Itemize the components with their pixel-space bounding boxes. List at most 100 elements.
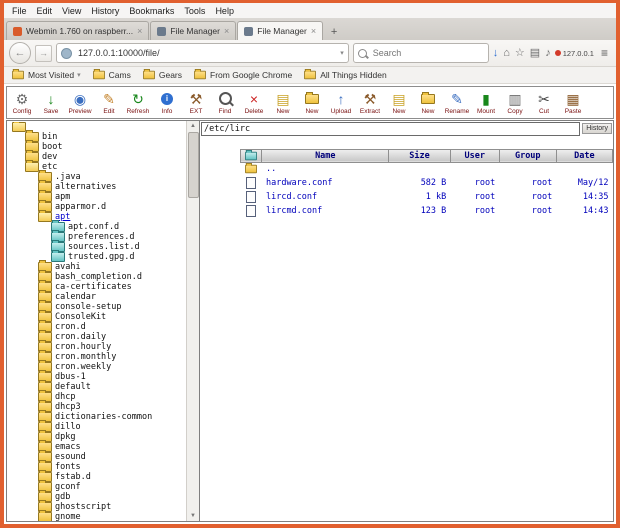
tree-item-apparmor-d[interactable]: apparmor.d bbox=[7, 199, 187, 212]
tree-item-calendar[interactable]: calendar bbox=[7, 289, 187, 302]
tree-item-avahi[interactable]: avahi bbox=[7, 259, 187, 272]
menu-bookmarks[interactable]: Bookmarks bbox=[124, 5, 179, 17]
column-header-group[interactable]: Group bbox=[498, 148, 557, 163]
tree-item-boot[interactable]: boot bbox=[7, 139, 187, 152]
tree-item-etc[interactable]: etc bbox=[7, 159, 187, 172]
tree-item-cron-d[interactable]: cron.d bbox=[7, 319, 187, 332]
table-row[interactable]: hardware.conf 582 B root root May/12 bbox=[241, 176, 613, 190]
bookmark-gears[interactable]: Gears bbox=[142, 69, 182, 80]
cut-button-19[interactable]: ✂ Cut bbox=[530, 89, 558, 116]
scrollbar-thumb[interactable] bbox=[188, 131, 199, 198]
ext-button-7[interactable]: ⚒ EXT bbox=[182, 89, 210, 116]
tree-item-gdb[interactable]: gdb bbox=[7, 489, 187, 502]
tree-item-ca-certificates[interactable]: ca-certificates bbox=[7, 279, 187, 292]
tree-item-emacs[interactable]: emacs bbox=[7, 439, 187, 452]
search-input[interactable] bbox=[370, 47, 484, 59]
column-header-date[interactable]: Date bbox=[555, 148, 614, 163]
scroll-up-icon[interactable]: ▲ bbox=[187, 121, 199, 131]
tree-item-dbus-1[interactable]: dbus-1 bbox=[7, 369, 187, 382]
edit-button-4[interactable]: ✎ Edit bbox=[95, 89, 123, 116]
column-header-user[interactable]: User bbox=[449, 148, 500, 163]
back-button[interactable]: ← bbox=[9, 42, 31, 64]
tree-item-java[interactable]: .java bbox=[7, 169, 187, 182]
bookmark-cams[interactable]: Cams bbox=[92, 69, 131, 80]
tree-item-bin[interactable]: bin bbox=[7, 129, 187, 142]
new-button-11[interactable]: New bbox=[298, 89, 326, 116]
rename-button-16[interactable]: ✎ Rename bbox=[443, 89, 471, 116]
bookmarks-icon[interactable]: ▤ bbox=[530, 47, 540, 59]
url-bar[interactable]: ▾ bbox=[56, 43, 349, 63]
tab-close-icon[interactable]: × bbox=[224, 26, 229, 36]
bookmark-most-visited[interactable]: Most Visited ▾ bbox=[11, 69, 81, 80]
tree-item-apm[interactable]: apm bbox=[7, 189, 187, 202]
history-button[interactable]: History bbox=[582, 123, 612, 134]
tab-close-icon[interactable]: × bbox=[137, 26, 142, 36]
file-name[interactable]: lircmd.conf bbox=[262, 204, 389, 218]
menu-history[interactable]: History bbox=[86, 5, 124, 17]
tree-item-bash-completion-d[interactable]: bash_completion.d bbox=[7, 269, 187, 282]
tree-item-dillo[interactable]: dillo bbox=[7, 419, 187, 432]
mount-button-17[interactable]: ▮ Mount bbox=[472, 89, 500, 116]
scroll-down-icon[interactable]: ▼ bbox=[187, 511, 199, 521]
tree-item-trusted-gpg-d[interactable]: trusted.gpg.d bbox=[7, 249, 187, 262]
extract-button-13[interactable]: ⚒ Extract bbox=[356, 89, 384, 116]
star-icon[interactable]: ☆ bbox=[515, 47, 525, 59]
tree-item-dev[interactable]: dev bbox=[7, 149, 187, 162]
tab-1[interactable]: Webmin 1.760 on raspberr... × bbox=[6, 21, 150, 40]
table-row[interactable]: .. bbox=[241, 163, 613, 176]
paste-button-20[interactable]: ▦ Paste bbox=[559, 89, 587, 116]
search-bar[interactable] bbox=[352, 43, 489, 63]
upload-button-12[interactable]: ↑ Upload bbox=[327, 89, 355, 116]
table-row[interactable]: lircd.conf 1 kB root root 14:35 bbox=[241, 190, 613, 204]
tree-item-ghostscript[interactable]: ghostscript bbox=[7, 499, 187, 512]
find-button-8[interactable]: Find bbox=[211, 89, 239, 116]
tree-item-sources-list-d[interactable]: sources.list.d bbox=[7, 239, 187, 252]
tree-item-cron-monthly[interactable]: cron.monthly bbox=[7, 349, 187, 362]
ip-indicator[interactable]: 127.0.0.1 bbox=[554, 49, 594, 58]
tree-item-dhcp3[interactable]: dhcp3 bbox=[7, 399, 187, 412]
save-button-2[interactable]: ↓ Save bbox=[37, 89, 65, 116]
refresh-button-5[interactable]: ↻ Refresh bbox=[124, 89, 152, 116]
chevron-down-icon[interactable]: ▾ bbox=[340, 49, 344, 57]
tab-close-icon[interactable]: × bbox=[311, 26, 316, 36]
table-row[interactable]: lircmd.conf 123 B root root 14:43 bbox=[241, 204, 613, 218]
new-tab-button[interactable]: + bbox=[324, 23, 344, 40]
tree-item-fstab-d[interactable]: fstab.d bbox=[7, 469, 187, 482]
tree-scrollbar[interactable]: ▲ ▼ bbox=[186, 120, 199, 521]
tree-item-[interactable] bbox=[7, 121, 187, 132]
column-header-name[interactable]: Name bbox=[261, 148, 390, 163]
menu-edit[interactable]: Edit bbox=[32, 5, 58, 17]
tree-item-preferences-d[interactable]: preferences.d bbox=[7, 229, 187, 242]
preview-button-3[interactable]: ◉ Preview bbox=[66, 89, 94, 116]
menu-icon[interactable]: ≡ bbox=[598, 46, 611, 60]
home-icon[interactable]: ⌂ bbox=[503, 47, 510, 59]
tree-item-gnome[interactable]: gnome bbox=[7, 509, 187, 521]
copy-button-18[interactable]: ▥ Copy bbox=[501, 89, 529, 116]
tree-item-cron-hourly[interactable]: cron.hourly bbox=[7, 339, 187, 352]
file-name[interactable]: .. bbox=[262, 163, 389, 176]
downloads-icon[interactable]: ↓ bbox=[493, 47, 499, 59]
forward-button[interactable]: → bbox=[35, 44, 52, 62]
tab-3[interactable]: File Manager × bbox=[237, 21, 324, 40]
tree-item-esound[interactable]: esound bbox=[7, 449, 187, 462]
delete-button-9[interactable]: × Delete bbox=[240, 89, 268, 116]
menu-file[interactable]: File bbox=[7, 5, 32, 17]
bookmark-from-google-chrome[interactable]: From Google Chrome bbox=[193, 69, 292, 80]
new-button-14[interactable]: ▤ New bbox=[385, 89, 413, 116]
tree-item-alternatives[interactable]: alternatives bbox=[7, 179, 187, 192]
tree-item-cron-daily[interactable]: cron.daily bbox=[7, 329, 187, 342]
file-name[interactable]: hardware.conf bbox=[262, 176, 389, 190]
tree-item-dhcp[interactable]: dhcp bbox=[7, 389, 187, 402]
tree-item-fonts[interactable]: fonts bbox=[7, 459, 187, 472]
new-button-10[interactable]: ▤ New bbox=[269, 89, 297, 116]
tree-item-gconf[interactable]: gconf bbox=[7, 479, 187, 492]
path-input[interactable] bbox=[201, 121, 581, 136]
tree-item-console-setup[interactable]: console-setup bbox=[7, 299, 187, 312]
table-root-header[interactable] bbox=[239, 148, 263, 163]
tree-item-cron-weekly[interactable]: cron.weekly bbox=[7, 359, 187, 372]
column-header-size[interactable]: Size bbox=[388, 148, 451, 163]
menu-view[interactable]: View bbox=[57, 5, 86, 17]
tree-item-default[interactable]: default bbox=[7, 379, 187, 392]
info-button-6[interactable]: i Info bbox=[153, 89, 181, 116]
new-button-15[interactable]: New bbox=[414, 89, 442, 116]
